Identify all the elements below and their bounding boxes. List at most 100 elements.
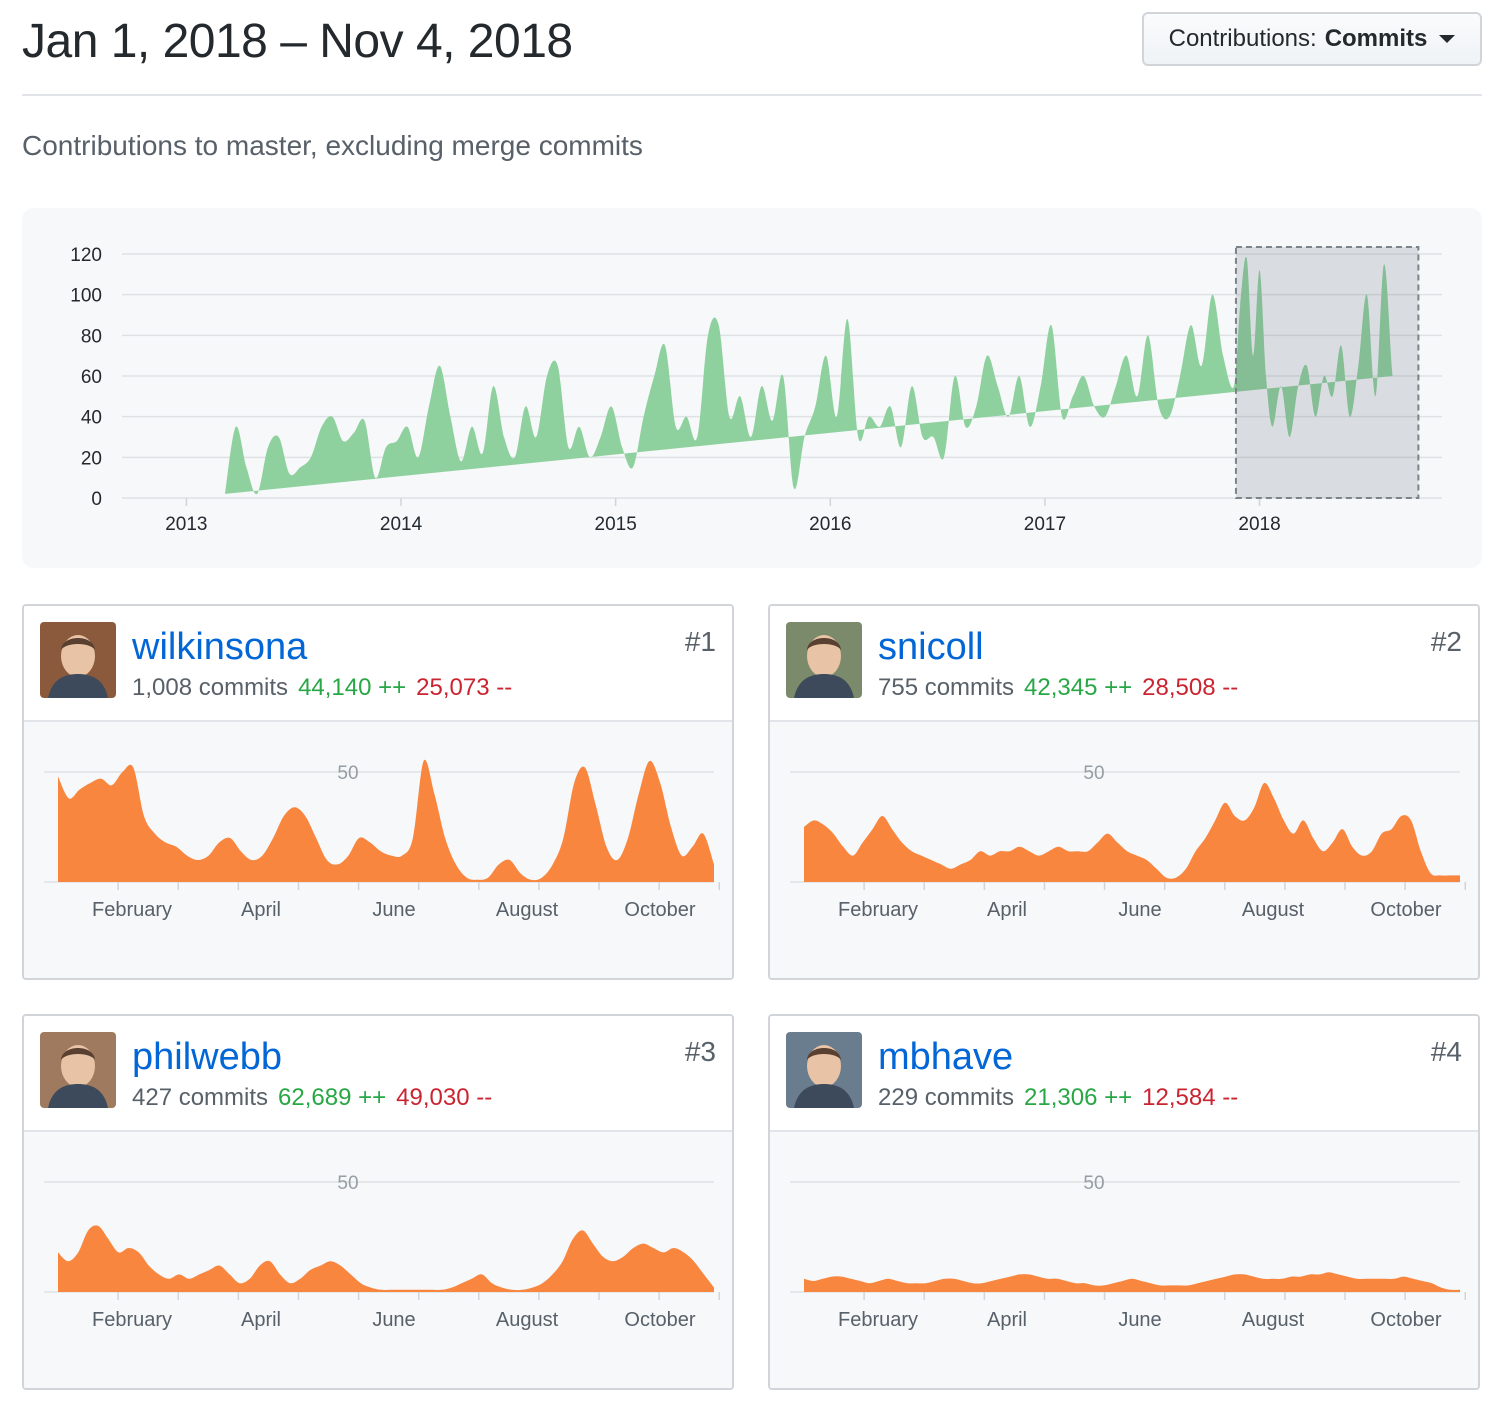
contributor-username-link[interactable]: philwebb (132, 1036, 282, 1079)
contributor-card-header: philwebb 427 commits 62,689 ++ 49,030 -- #… (24, 1016, 732, 1132)
contributor-card: snicoll 755 commits 42,345 ++ 28,508 -- #2… (768, 604, 1480, 980)
contributor-commits-area (804, 782, 1460, 882)
contributor-chart-svg: 50 February April June August October (790, 763, 1466, 921)
additions-count: 21,306 ++ (1024, 1084, 1133, 1111)
contributor-username-link[interactable]: mbhave (878, 1036, 1013, 1079)
x-tick-label: April (241, 1309, 281, 1331)
x-tick-label: June (372, 1309, 415, 1331)
select-value: Commits (1324, 25, 1428, 52)
contributor-chart[interactable]: 50 February April June August October (24, 722, 732, 978)
contributor-stats: 229 commits 21,306 ++ 12,584 -- (878, 1084, 1238, 1112)
additions-count: 44,140 ++ (298, 674, 407, 701)
x-tick-label: August (496, 1309, 559, 1331)
x-tick-label: June (372, 899, 415, 921)
x-tick-label: 2013 (165, 514, 207, 535)
contributions-select-button[interactable]: Contributions: Commits (1142, 12, 1482, 66)
y-tick-label: 40 (81, 408, 102, 429)
x-tick-label: August (496, 899, 559, 921)
select-prefix: Contributions: (1168, 25, 1317, 52)
x-tick-label: 2017 (1024, 514, 1066, 535)
x-tick-label: October (1370, 1309, 1441, 1331)
contributor-rank: #1 (684, 626, 716, 657)
x-tick-label: 2015 (595, 514, 637, 535)
x-tick-label: February (92, 899, 172, 921)
x-tick-label: August (1242, 1309, 1305, 1331)
x-tick-label: June (1118, 899, 1161, 921)
selection-brush[interactable] (1234, 246, 1420, 499)
x-tick-label: June (1118, 1309, 1161, 1331)
x-tick-label: April (241, 899, 281, 921)
deletions-count: 25,073 -- (416, 674, 513, 701)
avatar-image (786, 1032, 862, 1108)
commit-count: 229 commits (878, 1084, 1015, 1111)
reference-label: 50 (337, 763, 358, 784)
y-tick-label: 60 (81, 367, 102, 388)
contributor-card: mbhave 229 commits 21,306 ++ 12,584 -- #4 … (768, 1014, 1480, 1390)
main-contributions-chart[interactable]: 0 20 40 60 80 100 120 2013 2014 2015 2016 2017 2018 (22, 208, 1482, 568)
contributor-rank: #4 (1430, 1036, 1462, 1067)
commit-count: 427 commits (132, 1084, 269, 1111)
commit-count: 755 commits (878, 674, 1015, 701)
x-tick-label: October (1370, 899, 1441, 921)
reference-label: 50 (1083, 763, 1104, 784)
commit-count: 1,008 commits (132, 674, 289, 701)
y-tick-label: 100 (70, 286, 102, 307)
reference-label: 50 (337, 1173, 358, 1194)
reference-label: 50 (1083, 1173, 1104, 1194)
y-tick-label: 80 (81, 326, 102, 347)
contributor-stats: 427 commits 62,689 ++ 49,030 -- (132, 1084, 492, 1112)
contributor-chart[interactable]: 50 February April June August October (770, 1132, 1478, 1388)
contributor-card-header: wilkinsona 1,008 commits 44,140 ++ 25,073 … (24, 606, 732, 722)
deletions-count: 12,584 -- (1142, 1084, 1239, 1111)
x-tick-label: April (987, 899, 1027, 921)
deletions-count: 28,508 -- (1142, 674, 1239, 701)
date-range-title: Jan 1, 2018 – Nov 4, 2018 (22, 15, 573, 68)
contributor-chart-svg: 50 February April June August October (790, 1173, 1466, 1331)
contributor-username-link[interactable]: wilkinsona (132, 626, 307, 669)
additions-count: 42,345 ++ (1024, 674, 1133, 701)
contributor-username-link[interactable]: snicoll (878, 626, 984, 669)
x-tick-label: 2014 (380, 514, 423, 535)
x-tick-label: February (838, 899, 918, 921)
contributor-card-header: snicoll 755 commits 42,345 ++ 28,508 -- #2 (770, 606, 1478, 722)
deletions-count: 49,030 -- (396, 1084, 493, 1111)
x-tick-label: October (624, 1309, 695, 1331)
contributor-commits-area (804, 1272, 1460, 1292)
contributor-chart[interactable]: 50 February April June August October (770, 722, 1478, 978)
data-point (1417, 208, 1419, 209)
chart-subtitle: Contributions to master, excluding merge… (22, 130, 643, 161)
avatar-image (40, 1032, 116, 1108)
contributor-rank: #2 (1430, 626, 1462, 657)
x-tick-label: April (987, 1309, 1027, 1331)
contributor-stats: 755 commits 42,345 ++ 28,508 -- (878, 674, 1238, 702)
y-tick-label: 20 (81, 448, 102, 469)
y-tick-label: 0 (91, 489, 102, 510)
main-chart-svg: 0 20 40 60 80 100 120 2013 2014 2015 2016 2017 2018 (70, 208, 1442, 535)
avatar[interactable] (40, 1032, 116, 1108)
contributor-chart-svg: 50 February April June August October (44, 759, 720, 921)
data-point (1409, 208, 1411, 209)
contributor-card: philwebb 427 commits 62,689 ++ 49,030 -- #… (22, 1014, 734, 1390)
x-tick-label: October (624, 899, 695, 921)
contributor-commits-area (58, 759, 714, 882)
additions-count: 62,689 ++ (278, 1084, 387, 1111)
caret-down-icon (1439, 35, 1456, 43)
x-tick-label: February (838, 1309, 918, 1331)
contributor-chart-svg: 50 February April June August October (44, 1173, 720, 1331)
y-tick-label: 120 (70, 245, 102, 266)
contributor-commits-area (58, 1225, 714, 1292)
avatar[interactable] (40, 622, 116, 698)
contributor-chart[interactable]: 50 February April June August October (24, 1132, 732, 1388)
contributor-card: wilkinsona 1,008 commits 44,140 ++ 25,073 … (22, 604, 734, 980)
avatar-image (40, 622, 116, 698)
avatar[interactable] (786, 1032, 862, 1108)
contributor-stats: 1,008 commits 44,140 ++ 25,073 -- (132, 674, 512, 702)
avatar-image (786, 622, 862, 698)
page-header: Jan 1, 2018 – Nov 4, 2018 Contributions:… (22, 0, 1482, 96)
contributor-card-header: mbhave 229 commits 21,306 ++ 12,584 -- #4 (770, 1016, 1478, 1132)
x-tick-label: August (1242, 899, 1305, 921)
x-tick-label: 2016 (809, 514, 851, 535)
x-tick-label: February (92, 1309, 172, 1331)
contributor-rank: #3 (684, 1036, 716, 1067)
avatar[interactable] (786, 622, 862, 698)
